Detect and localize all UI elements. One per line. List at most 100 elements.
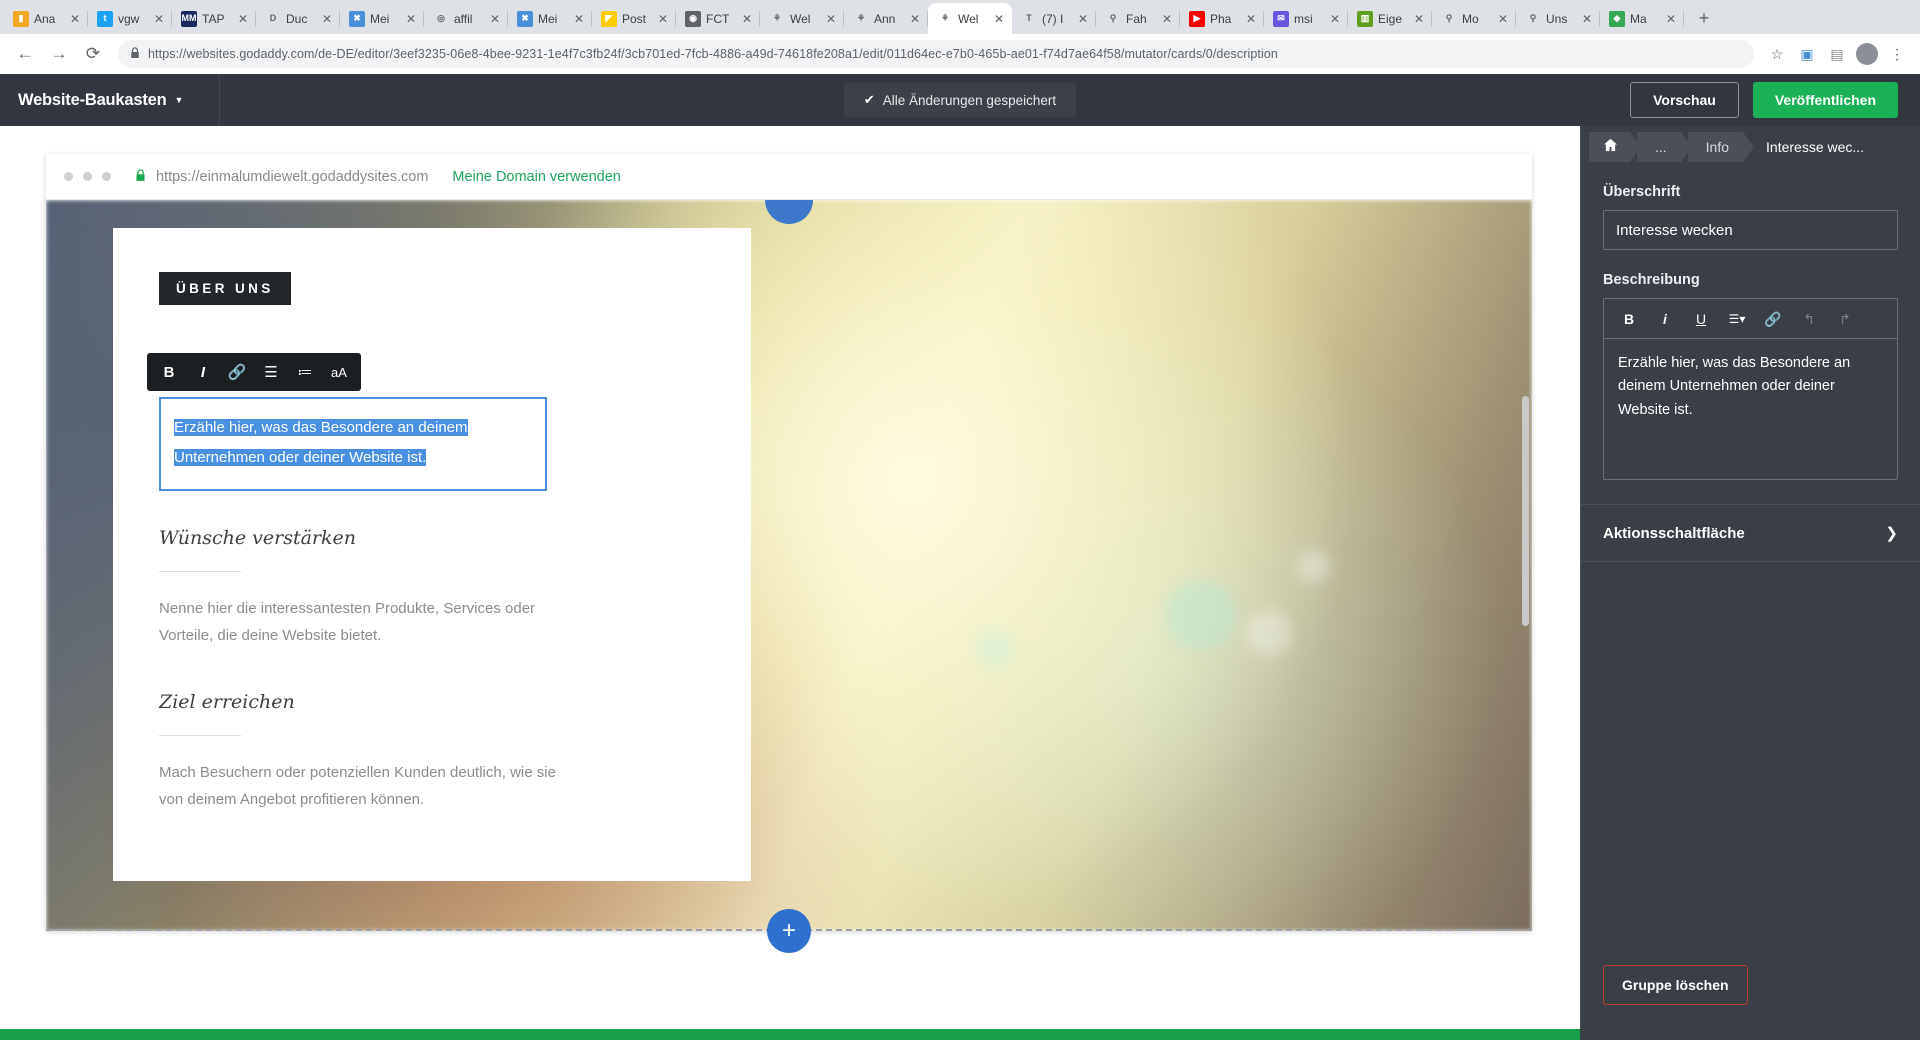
godaddy-icon: ⚘ (772, 13, 782, 23)
close-icon[interactable]: ✕ (824, 12, 838, 26)
preview-button[interactable]: Vorschau (1630, 82, 1739, 118)
block-title[interactable]: Wünsche verstärken (159, 527, 705, 549)
accordion-label: Aktionsschaltfläche (1603, 524, 1745, 542)
browser-tab[interactable]: ✖ Mei ✕ (508, 3, 592, 34)
back-button[interactable]: ← (10, 39, 40, 69)
brand-title: Website-Baukasten (18, 90, 167, 109)
close-icon[interactable]: ✕ (656, 12, 670, 26)
close-icon[interactable]: ✕ (68, 12, 82, 26)
action-button-accordion[interactable]: Aktionsschaltfläche ❯ (1581, 504, 1920, 562)
close-icon[interactable]: ✕ (572, 12, 586, 26)
browser-tab[interactable]: ⚲ Fah ✕ (1096, 3, 1180, 34)
browser-tab[interactable]: ✖ Mei ✕ (340, 3, 424, 34)
close-icon[interactable]: ✕ (320, 12, 334, 26)
browser-tab[interactable]: ⚘ Wel ✕ (928, 3, 1012, 34)
browser-tab[interactable]: ◤ Post ✕ (592, 3, 676, 34)
address-bar[interactable]: https://websites.godaddy.com/de-DE/edito… (118, 40, 1754, 68)
browser-tab[interactable]: ◉ FCT ✕ (676, 3, 760, 34)
description-textarea[interactable]: Erzähle hier, was das Besondere an deine… (1604, 339, 1897, 479)
block-body-editable[interactable]: Erzähle hier, was das Besondere an deine… (159, 397, 547, 491)
font-size-icon[interactable]: aA (323, 356, 355, 388)
browser-menu-button[interactable]: ⋮ (1884, 41, 1910, 67)
browser-tab[interactable]: ⚲ Uns ✕ (1516, 3, 1600, 34)
tab-title: Wel (790, 11, 811, 26)
browser-tab[interactable]: t vgw ✕ (88, 3, 172, 34)
breadcrumb-item-ellipsis[interactable]: ... (1637, 132, 1692, 162)
selected-text-line: Unternehmen oder deiner Website ist. (174, 449, 427, 466)
close-icon[interactable]: ✕ (152, 12, 166, 26)
preview-lock-icon (135, 168, 146, 185)
bookmark-star-icon[interactable]: ☆ (1764, 41, 1790, 67)
browser-tab[interactable]: ▥ Eige ✕ (1348, 3, 1432, 34)
heading-input[interactable] (1603, 210, 1898, 250)
x-blue-icon: ✖ (349, 10, 365, 27)
breadcrumb-item-home[interactable] (1589, 132, 1641, 162)
browser-tab[interactable]: ▮ Ana ✕ (4, 3, 88, 34)
site-preview-frame: https://einmalumdiewelt.godaddysites.com… (46, 154, 1532, 953)
block-title[interactable]: Ziel erreichen (159, 691, 705, 713)
brand-menu[interactable]: Website-Baukasten ▼ (0, 74, 220, 126)
redo-icon[interactable]: ↱ (1828, 303, 1862, 335)
extension-2-icon[interactable]: ▤ (1824, 41, 1850, 67)
browser-tab[interactable]: ▶ Pha ✕ (1180, 3, 1264, 34)
close-icon[interactable]: ✕ (488, 12, 502, 26)
browser-tab[interactable]: ⚘ Wel ✕ (760, 3, 844, 34)
card-block-1: Interesse wecken BI🔗☰≔aA Erzähle hier, w… (147, 353, 705, 491)
close-icon[interactable]: ✕ (740, 12, 754, 26)
close-icon[interactable]: ✕ (1244, 12, 1258, 26)
preview-scrollbar[interactable] (1522, 396, 1529, 626)
bike-icon: ⚲ (1529, 13, 1537, 23)
bold-icon[interactable]: B (153, 356, 185, 388)
close-icon[interactable]: ✕ (1580, 12, 1594, 26)
add-section-button[interactable]: + (767, 909, 811, 953)
close-icon[interactable]: ✕ (908, 12, 922, 26)
close-icon[interactable]: ✕ (1412, 12, 1426, 26)
breadcrumb-item-info[interactable]: Info (1687, 132, 1755, 162)
new-tab-button[interactable]: + (1690, 4, 1718, 32)
forward-button[interactable]: → (44, 39, 74, 69)
use-my-domain-link[interactable]: Meine Domain verwenden (452, 169, 620, 185)
bullet-list-icon[interactable]: ☰ (255, 356, 287, 388)
link-icon[interactable]: 🔗 (221, 356, 253, 388)
undo-icon[interactable]: ↰ (1792, 303, 1826, 335)
publish-button[interactable]: Veröffentlichen (1752, 82, 1898, 118)
browser-tab[interactable]: ⚘ Ann ✕ (844, 3, 928, 34)
header-actions: Vorschau Veröffentlichen (1630, 82, 1920, 118)
kebab-menu-icon: ⋮ (1890, 45, 1904, 62)
numbered-list-icon[interactable]: ≔ (289, 356, 321, 388)
close-icon[interactable]: ✕ (1160, 12, 1174, 26)
list-dropdown-icon[interactable]: ☰▾ (1720, 303, 1754, 335)
italic-icon[interactable]: i (1648, 303, 1682, 335)
browser-tab[interactable]: ◎ affil ✕ (424, 3, 508, 34)
tab-title: Eige (1378, 11, 1403, 26)
main-area: https://einmalumdiewelt.godaddysites.com… (0, 126, 1920, 1029)
close-icon[interactable]: ✕ (404, 12, 418, 26)
browser-tab[interactable]: T (7) I ✕ (1012, 3, 1096, 34)
delete-group-button[interactable]: Gruppe löschen (1603, 965, 1748, 1005)
close-icon[interactable]: ✕ (1496, 12, 1510, 26)
close-icon[interactable]: ✕ (236, 12, 250, 26)
underline-icon[interactable]: U (1684, 303, 1718, 335)
link-icon[interactable]: 🔗 (1756, 303, 1790, 335)
reload-button[interactable]: ⟳ (78, 39, 108, 69)
bold-icon[interactable]: B (1612, 303, 1646, 335)
browser-tab[interactable]: ⚲ Mo ✕ (1432, 3, 1516, 34)
preview-browser-bar: https://einmalumdiewelt.godaddysites.com… (46, 154, 1532, 200)
close-icon[interactable]: ✕ (1076, 12, 1090, 26)
panel-footer: Gruppe löschen (1581, 965, 1920, 1029)
close-icon[interactable]: ✕ (1664, 12, 1678, 26)
tab-title: Pha (1210, 11, 1232, 26)
block-body[interactable]: Mach Besuchern oder potenziellen Kunden … (159, 760, 559, 813)
close-icon[interactable]: ✕ (1328, 12, 1342, 26)
tab-strip: ▮ Ana ✕ t vgw ✕ MM TAP ✕ D Duc ✕ ✖ Mei ✕ ◎ affil ✕ ✖ Mei ✕ ◤ P… (0, 0, 1920, 34)
browser-tab[interactable]: ◆ Ma ✕ (1600, 3, 1684, 34)
close-icon[interactable]: ✕ (992, 12, 1006, 26)
tab-title: FCT (706, 11, 730, 26)
browser-tab[interactable]: MM TAP ✕ (172, 3, 256, 34)
browser-tab[interactable]: ✉ msi ✕ (1264, 3, 1348, 34)
italic-icon[interactable]: I (187, 356, 219, 388)
browser-tab[interactable]: D Duc ✕ (256, 3, 340, 34)
extension-1-icon[interactable]: ▣ (1794, 41, 1820, 67)
profile-avatar[interactable] (1854, 41, 1880, 67)
block-body[interactable]: Nenne hier die interessantesten Produkte… (159, 596, 559, 649)
